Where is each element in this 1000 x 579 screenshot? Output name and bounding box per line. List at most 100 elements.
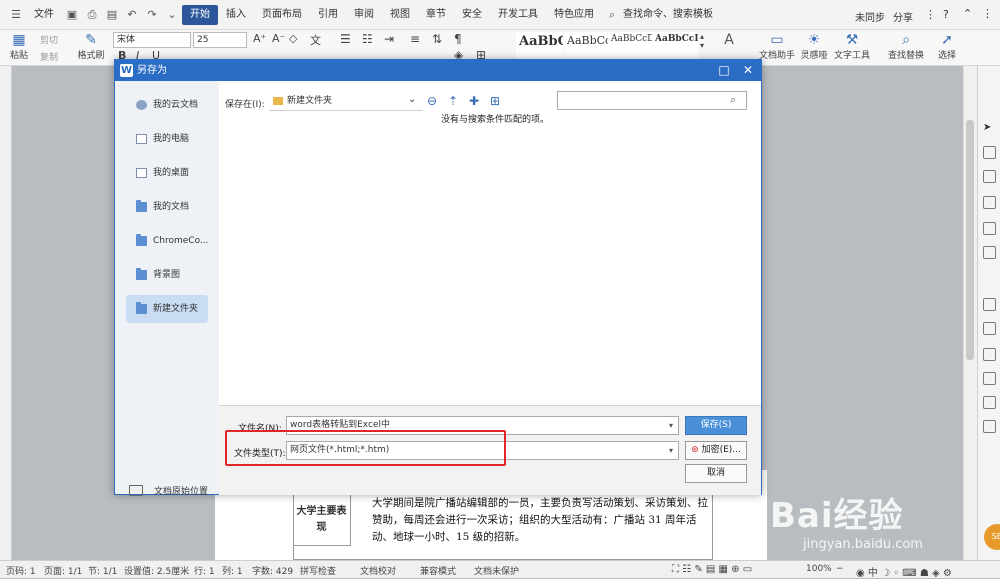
close-icon[interactable]: ✕ (739, 62, 757, 79)
layers-icon[interactable] (983, 170, 996, 183)
grow-font-icon[interactable]: A⁺ (253, 32, 266, 45)
file-list[interactable] (219, 130, 761, 402)
table-cell-heading[interactable]: 大学主要表现 (293, 490, 351, 546)
command-search[interactable]: 查找命令、搜索模板 (622, 5, 721, 25)
tab-home[interactable]: 开始 (182, 4, 218, 25)
status-col[interactable]: 列: 1 (222, 564, 243, 577)
clear-format-icon[interactable]: ◇ (289, 32, 297, 45)
original-location-link[interactable]: 文档原始位置 (127, 485, 208, 499)
tab-view[interactable]: 视图 (382, 5, 418, 25)
backup-icon[interactable] (983, 246, 996, 259)
cloud-sync-status[interactable]: 未同步 (855, 9, 885, 24)
ime-indicator-icon[interactable]: ◉ 中 ☽ ◦ ⌨ ☗ ◈ ⚙ (856, 564, 952, 579)
tab-insert[interactable]: 插入 (218, 5, 254, 25)
style-key-point[interactable]: AaBbCcDd (652, 32, 698, 60)
scrollbar-thumb[interactable] (966, 120, 974, 360)
cancel-button[interactable]: 取消 (685, 464, 747, 483)
zoom-level[interactable]: 100% (806, 564, 832, 574)
tools-icon[interactable] (983, 222, 996, 235)
history-icon[interactable] (983, 348, 996, 361)
protection-status[interactable]: 文档未保护 (474, 564, 519, 577)
tab-page-layout[interactable]: 页面布局 (254, 5, 310, 25)
show-marks-icon[interactable]: ¶ (454, 32, 462, 46)
find-replace-button[interactable]: ⌕ 查找替换 (886, 32, 926, 61)
redo-icon[interactable]: ↷ (145, 8, 159, 22)
sidebar-item-cloud-docs[interactable]: 我的云文档 (126, 91, 208, 119)
print-icon[interactable]: ▤ (105, 8, 119, 22)
menu-icon[interactable]: ☰ (9, 8, 23, 22)
shapes-icon[interactable] (983, 146, 996, 159)
status-page-num[interactable]: 页码: 1 (6, 564, 36, 577)
search-input[interactable] (557, 91, 747, 110)
zoom-out-icon[interactable]: − (836, 564, 844, 574)
chevron-down-icon[interactable]: ⌄ (408, 94, 416, 105)
select-button[interactable]: ➚ 选择 (934, 32, 960, 61)
comment-icon[interactable] (983, 396, 996, 409)
settings-icon[interactable]: ⋮ (925, 8, 936, 21)
status-word-count[interactable]: 字数: 429 (252, 564, 293, 577)
status-page[interactable]: 页面: 1/1 (44, 564, 82, 577)
search-icon[interactable]: ⌕ (730, 93, 736, 107)
cursor-icon[interactable]: ➤ (983, 122, 996, 135)
indent-icon[interactable]: ⇥ (384, 32, 394, 46)
text-tools-button[interactable]: ⚒ 文字工具 (832, 32, 872, 61)
review-icon[interactable] (983, 372, 996, 385)
template-icon[interactable] (983, 298, 996, 311)
tab-developer[interactable]: 开发工具 (490, 5, 546, 25)
save-button[interactable]: 保存(S) (685, 416, 747, 435)
copy-button[interactable]: 复制 (40, 50, 58, 63)
new-folder-icon[interactable]: ✚ (467, 94, 481, 108)
help-icon[interactable]: ? (943, 8, 949, 21)
tab-features[interactable]: 特色应用 (546, 5, 602, 25)
bullets-icon[interactable]: ☰ (340, 32, 351, 46)
view-mode-icons[interactable]: ⛶ ☷ ✎ ▤ ▦ ⊕ ▭ (672, 564, 752, 575)
tab-section[interactable]: 章节 (418, 5, 454, 25)
font-name-select[interactable]: 宋体 (113, 32, 191, 48)
align-icon[interactable]: ≡ (410, 32, 420, 46)
minimize-ribbon-icon[interactable]: ⌃ (963, 7, 972, 20)
tab-review[interactable]: 审阅 (346, 5, 382, 25)
view-mode-icon[interactable]: ⊞ (488, 94, 502, 108)
tab-security[interactable]: 安全 (454, 5, 490, 25)
doc-helper-button[interactable]: ▭ 文档助手 (759, 32, 795, 61)
sidebar-item-my-computer[interactable]: 我的电脑 (126, 125, 208, 153)
file-menu[interactable]: 文件 (26, 5, 62, 25)
chevron-down-icon[interactable]: ▾ (669, 446, 673, 455)
sidebar-item-desktop[interactable]: 我的桌面 (126, 159, 208, 187)
encrypt-button[interactable]: ⊛ 加密(E)... (685, 441, 747, 460)
chevron-down-icon[interactable]: ⌄ (165, 8, 179, 22)
back-icon[interactable]: ⊖ (425, 94, 439, 108)
numbering-icon[interactable]: ☷ (362, 32, 373, 46)
status-section[interactable]: 节: 1/1 (88, 564, 117, 577)
save-in-select[interactable]: 新建文件夹 (269, 92, 423, 111)
inspiration-button[interactable]: ☀ 灵感哑 (800, 32, 828, 61)
font-size-select[interactable]: 25 (193, 32, 247, 48)
style-gallery-scroll[interactable]: ▴ ▾ (700, 32, 704, 50)
table-icon[interactable] (983, 196, 996, 209)
style-normal-web[interactable]: AaBbCcl (564, 32, 608, 60)
save-icon[interactable]: ▣ (65, 8, 79, 22)
undo-icon[interactable]: ↶ (125, 8, 139, 22)
style-heading-4[interactable]: AaBbC (516, 32, 563, 60)
maximize-icon[interactable]: □ (715, 62, 733, 79)
shrink-font-icon[interactable]: A⁻ (272, 32, 285, 45)
style-default-paragraph[interactable]: AaBbCcDd (608, 32, 652, 60)
table-cell-content[interactable]: 大学期间是院广播站编辑部的一员，主要负责写活动策划、采访策划、拉赞助，每周还会进… (372, 495, 712, 546)
tab-references[interactable]: 引用 (310, 5, 346, 25)
status-row[interactable]: 行: 1 (194, 564, 215, 577)
more-icon[interactable]: ⋮ (982, 7, 993, 20)
sort-icon[interactable]: ⇅ (432, 32, 442, 46)
sidebar-item-chromeco[interactable]: ChromeCo... (126, 227, 208, 255)
format-painter-button[interactable]: ✎ 格式刷 (76, 32, 106, 61)
share-button[interactable]: 分享 (893, 9, 913, 24)
chevron-down-icon[interactable]: ▾ (669, 421, 673, 430)
settings-icon[interactable] (983, 420, 996, 433)
sidebar-item-documents[interactable]: 我的文档 (126, 193, 208, 221)
status-setting[interactable]: 设置值: 2.5厘米 (124, 564, 189, 577)
doc-proof-button[interactable]: 文档校对 (360, 564, 396, 577)
up-folder-icon[interactable]: ⇡ (446, 94, 460, 108)
sidebar-item-backgrounds[interactable]: 背景图 (126, 261, 208, 289)
share-doc-icon[interactable] (983, 322, 996, 335)
print-preview-icon[interactable]: ⎙ (85, 8, 99, 22)
paste-button[interactable]: ▦ 粘贴 (6, 32, 32, 61)
